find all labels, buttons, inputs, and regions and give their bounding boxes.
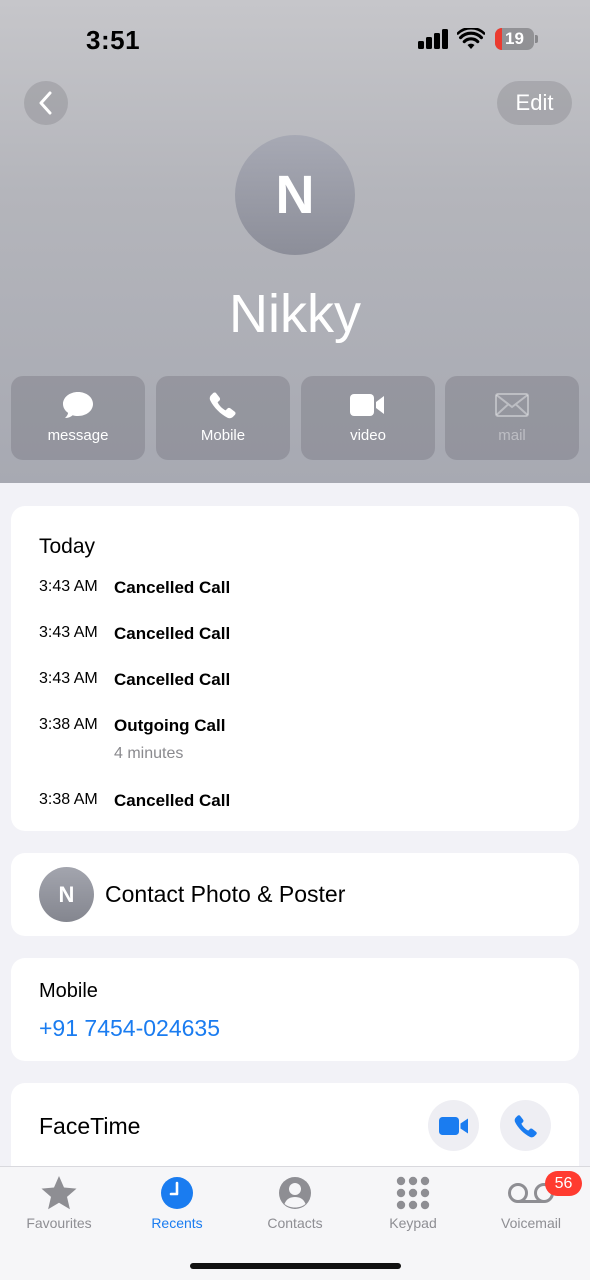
call-duration: 4 minutes bbox=[114, 745, 184, 762]
call-time: 3:43 AM bbox=[39, 670, 98, 687]
call-time: 3:38 AM bbox=[39, 791, 98, 808]
tab-contacts[interactable]: Contacts bbox=[236, 1167, 354, 1237]
status-bar: 3:51 19 bbox=[0, 0, 590, 80]
contact-photo-poster-row[interactable]: N Contact Photo & Poster bbox=[11, 853, 579, 936]
battery-level: 19 bbox=[505, 29, 524, 48]
mail-icon bbox=[495, 393, 529, 417]
call-type: Outgoing Call bbox=[114, 716, 226, 735]
battery-cap bbox=[535, 35, 538, 43]
video-button[interactable]: video bbox=[301, 376, 435, 460]
phone-number-link[interactable]: +91 7454-024635 bbox=[39, 1015, 220, 1042]
facetime-audio-button[interactable] bbox=[500, 1100, 551, 1151]
phone-icon bbox=[514, 1114, 537, 1137]
contact-header: 3:51 19 Edit N Nikky message Mobile vide… bbox=[0, 0, 590, 483]
edit-button[interactable]: Edit bbox=[497, 81, 572, 125]
message-label: message bbox=[47, 427, 109, 444]
tab-label: Keypad bbox=[389, 1215, 437, 1231]
poster-avatar: N bbox=[39, 867, 94, 922]
cellular-signal-icon bbox=[418, 29, 450, 49]
clock-icon bbox=[161, 1177, 193, 1209]
home-indicator bbox=[190, 1263, 401, 1269]
facetime-label: FaceTime bbox=[39, 1113, 141, 1139]
tab-label: Recents bbox=[151, 1215, 203, 1231]
phone-number-card: Mobile +91 7454-024635 bbox=[11, 958, 579, 1061]
video-icon bbox=[438, 1116, 468, 1135]
tab-favourites[interactable]: Favourites bbox=[0, 1167, 118, 1237]
mail-button[interactable]: mail bbox=[445, 376, 579, 460]
facetime-video-button[interactable] bbox=[428, 1100, 479, 1151]
star-icon bbox=[41, 1176, 77, 1210]
tab-label: Contacts bbox=[267, 1215, 323, 1231]
back-button[interactable] bbox=[24, 81, 68, 125]
video-label: video bbox=[350, 427, 386, 444]
tab-keypad[interactable]: Keypad bbox=[354, 1167, 472, 1237]
keypad-icon bbox=[396, 1176, 430, 1210]
call-type: Cancelled Call bbox=[114, 624, 231, 643]
tab-label: Favourites bbox=[26, 1215, 92, 1231]
call-history-title: Today bbox=[39, 535, 96, 558]
battery-icon: 19 bbox=[495, 28, 534, 50]
mail-label: mail bbox=[498, 427, 526, 444]
status-time: 3:51 bbox=[86, 25, 141, 55]
call-time: 3:43 AM bbox=[39, 578, 98, 595]
phone-label: Mobile bbox=[39, 980, 98, 1002]
voicemail-badge: 56 bbox=[545, 1171, 582, 1196]
call-mobile-button[interactable]: Mobile bbox=[156, 376, 290, 460]
poster-label: Contact Photo & Poster bbox=[105, 881, 346, 907]
phone-icon bbox=[209, 392, 236, 419]
message-icon bbox=[63, 392, 93, 418]
person-icon bbox=[279, 1177, 311, 1209]
call-type: Cancelled Call bbox=[114, 578, 231, 597]
mobile-label: Mobile bbox=[200, 427, 246, 444]
call-history-card: Today 3:43 AM Cancelled Call 3:43 AM Can… bbox=[11, 506, 579, 831]
contact-name: Nikky bbox=[229, 284, 361, 344]
call-time: 3:43 AM bbox=[39, 624, 98, 641]
wifi-icon bbox=[457, 28, 485, 49]
chevron-left-icon bbox=[39, 91, 52, 115]
contact-avatar[interactable]: N bbox=[235, 135, 355, 255]
message-button[interactable]: message bbox=[11, 376, 145, 460]
tab-label: Voicemail bbox=[501, 1215, 561, 1231]
call-type: Cancelled Call bbox=[114, 670, 231, 689]
tab-recents[interactable]: Recents bbox=[118, 1167, 236, 1237]
call-time: 3:38 AM bbox=[39, 716, 98, 733]
video-icon bbox=[350, 394, 384, 416]
call-type: Cancelled Call bbox=[114, 791, 231, 810]
